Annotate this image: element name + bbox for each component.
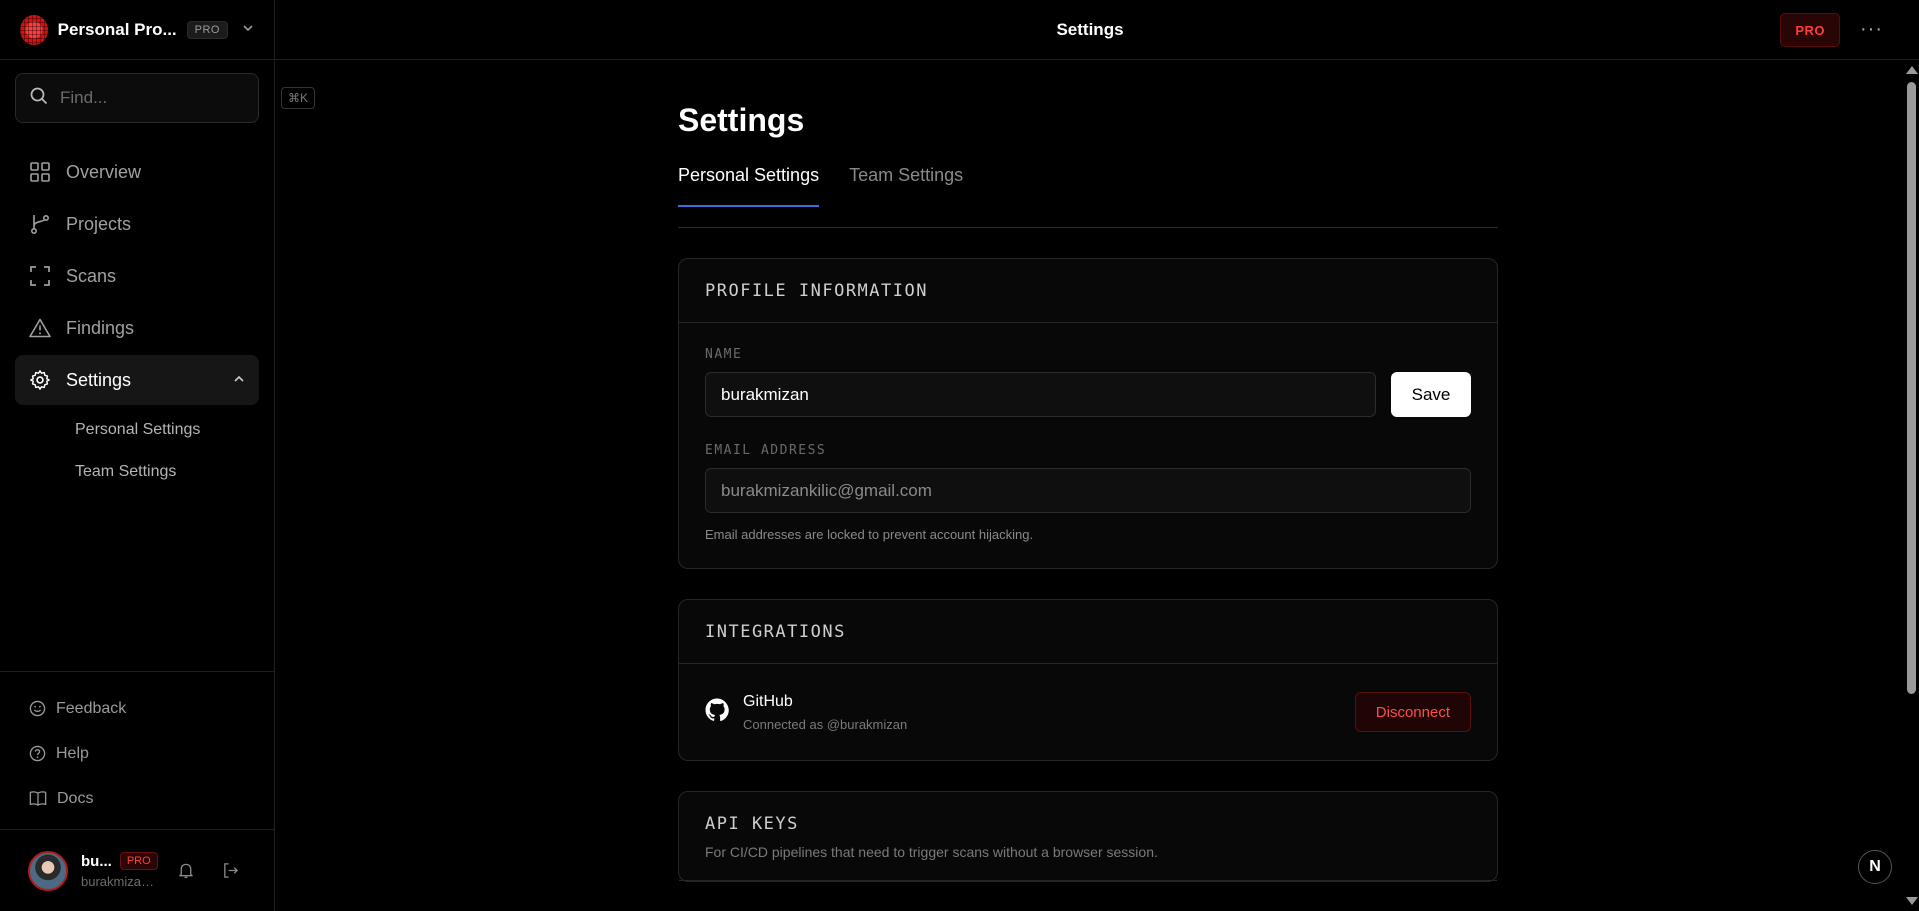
nav-item-projects[interactable]: Projects bbox=[15, 199, 259, 249]
nav-label: Settings bbox=[66, 369, 132, 390]
nav-item-scans[interactable]: Scans bbox=[15, 251, 259, 301]
integration-name: GitHub bbox=[743, 692, 793, 710]
name-label: NAME bbox=[705, 347, 743, 362]
search-box[interactable]: ⌘K bbox=[15, 73, 316, 123]
subnav-item-team-settings[interactable]: Team Settings bbox=[0, 451, 274, 493]
team-switcher[interactable]: Personal Pro... PRO bbox=[0, 0, 274, 60]
api-keys-section-heading: API KEYS bbox=[705, 814, 799, 834]
docs-label: Docs bbox=[57, 789, 94, 807]
team-plan-badge: PRO bbox=[186, 20, 228, 39]
settings-tabs: Personal Settings Team Settings bbox=[678, 161, 1498, 228]
team-name: Personal Pro... bbox=[57, 19, 177, 39]
book-icon bbox=[29, 790, 47, 807]
help-link[interactable]: Help bbox=[0, 731, 274, 776]
gear-icon bbox=[29, 369, 51, 391]
nav-label: Projects bbox=[66, 213, 132, 234]
nav-label: Findings bbox=[66, 317, 135, 338]
team-logo bbox=[20, 14, 48, 45]
settings-page: Settings Personal Settings Team Settings… bbox=[678, 60, 1498, 882]
tab-personal-settings[interactable]: Personal Settings bbox=[678, 161, 820, 207]
main-nav: Overview Projects Scans Findings Setting… bbox=[0, 147, 274, 493]
integration-row-github: GitHub Connected as @burakmizan Disconne… bbox=[679, 664, 1497, 760]
help-label: Help bbox=[56, 744, 89, 762]
scroll-up-arrow-icon[interactable] bbox=[1906, 66, 1918, 74]
search-icon bbox=[30, 87, 48, 110]
chevron-down-icon[interactable] bbox=[242, 22, 254, 37]
email-field bbox=[705, 468, 1471, 513]
avatar[interactable] bbox=[28, 850, 68, 891]
settings-subnav: Personal Settings Team Settings bbox=[0, 409, 274, 493]
smile-icon bbox=[29, 700, 46, 717]
nav-item-overview[interactable]: Overview bbox=[15, 147, 259, 197]
name-field[interactable] bbox=[705, 372, 1376, 417]
tab-team-settings[interactable]: Team Settings bbox=[849, 161, 963, 207]
email-label: EMAIL ADDRESS bbox=[705, 443, 827, 458]
sidebar-footer: Feedback Help Docs bu... PRO burakmizan.… bbox=[0, 671, 274, 911]
grid-icon bbox=[29, 162, 51, 182]
git-branch-icon bbox=[29, 214, 51, 234]
logout-icon[interactable] bbox=[222, 862, 239, 879]
integrations-section-heading: INTEGRATIONS bbox=[679, 600, 1497, 664]
subnav-item-personal-settings[interactable]: Personal Settings bbox=[0, 409, 274, 451]
profile-information-card: PROFILE INFORMATION NAME Save EMAIL ADDR… bbox=[678, 258, 1498, 569]
more-options-icon[interactable]: ··· bbox=[1860, 18, 1883, 41]
scan-icon bbox=[29, 266, 51, 286]
user-info: bu... PRO burakmizan... bbox=[81, 852, 159, 889]
profile-section-heading: PROFILE INFORMATION bbox=[679, 259, 1497, 323]
search-input[interactable] bbox=[60, 88, 281, 108]
page-scrollbar[interactable] bbox=[1904, 60, 1919, 911]
warning-icon bbox=[29, 318, 51, 338]
nav-item-findings[interactable]: Findings bbox=[15, 303, 259, 353]
bell-icon[interactable] bbox=[178, 862, 194, 879]
help-circle-icon bbox=[29, 745, 46, 762]
scroll-down-arrow-icon[interactable] bbox=[1906, 897, 1918, 905]
top-bar: Settings PRO ··· bbox=[275, 0, 1919, 60]
user-name: bu... bbox=[81, 852, 112, 870]
nav-label: Scans bbox=[66, 265, 117, 286]
feedback-link[interactable]: Feedback bbox=[0, 686, 274, 731]
integration-status: Connected as @burakmizan bbox=[743, 716, 908, 732]
chevron-up-icon[interactable] bbox=[233, 373, 245, 388]
search-shortcut-hint: ⌘K bbox=[281, 87, 316, 109]
utility-links: Feedback Help Docs bbox=[0, 671, 274, 821]
sidebar: Personal Pro... PRO ⌘K Overview Projects bbox=[0, 0, 316, 911]
integrations-card: INTEGRATIONS GitHub Connected as @burakm… bbox=[678, 599, 1498, 761]
user-plan-badge: PRO bbox=[119, 852, 158, 870]
disconnect-button[interactable]: Disconnect bbox=[1354, 692, 1471, 732]
api-keys-card: API KEYS For CI/CD pipelines that need t… bbox=[678, 791, 1498, 882]
api-keys-description: For CI/CD pipelines that need to trigger… bbox=[705, 844, 1158, 860]
github-icon bbox=[705, 698, 729, 727]
user-email: burakmizan... bbox=[81, 874, 159, 889]
scroll-thumb[interactable] bbox=[1907, 82, 1916, 694]
top-bar-title: Settings bbox=[1056, 19, 1124, 39]
nav-label: Overview bbox=[66, 161, 142, 182]
integration-info: GitHub Connected as @burakmizan bbox=[743, 693, 907, 732]
feedback-label: Feedback bbox=[56, 699, 127, 717]
page-title: Settings bbox=[678, 102, 805, 138]
dev-tools-badge[interactable]: N bbox=[1858, 850, 1892, 884]
save-button[interactable]: Save bbox=[1391, 372, 1471, 417]
upgrade-pro-button[interactable]: PRO bbox=[1780, 13, 1840, 47]
user-profile: bu... PRO burakmizan... bbox=[0, 829, 274, 911]
email-help-text: Email addresses are locked to prevent ac… bbox=[705, 527, 1034, 542]
nav-item-settings[interactable]: Settings bbox=[15, 355, 259, 405]
docs-link[interactable]: Docs bbox=[0, 776, 274, 821]
